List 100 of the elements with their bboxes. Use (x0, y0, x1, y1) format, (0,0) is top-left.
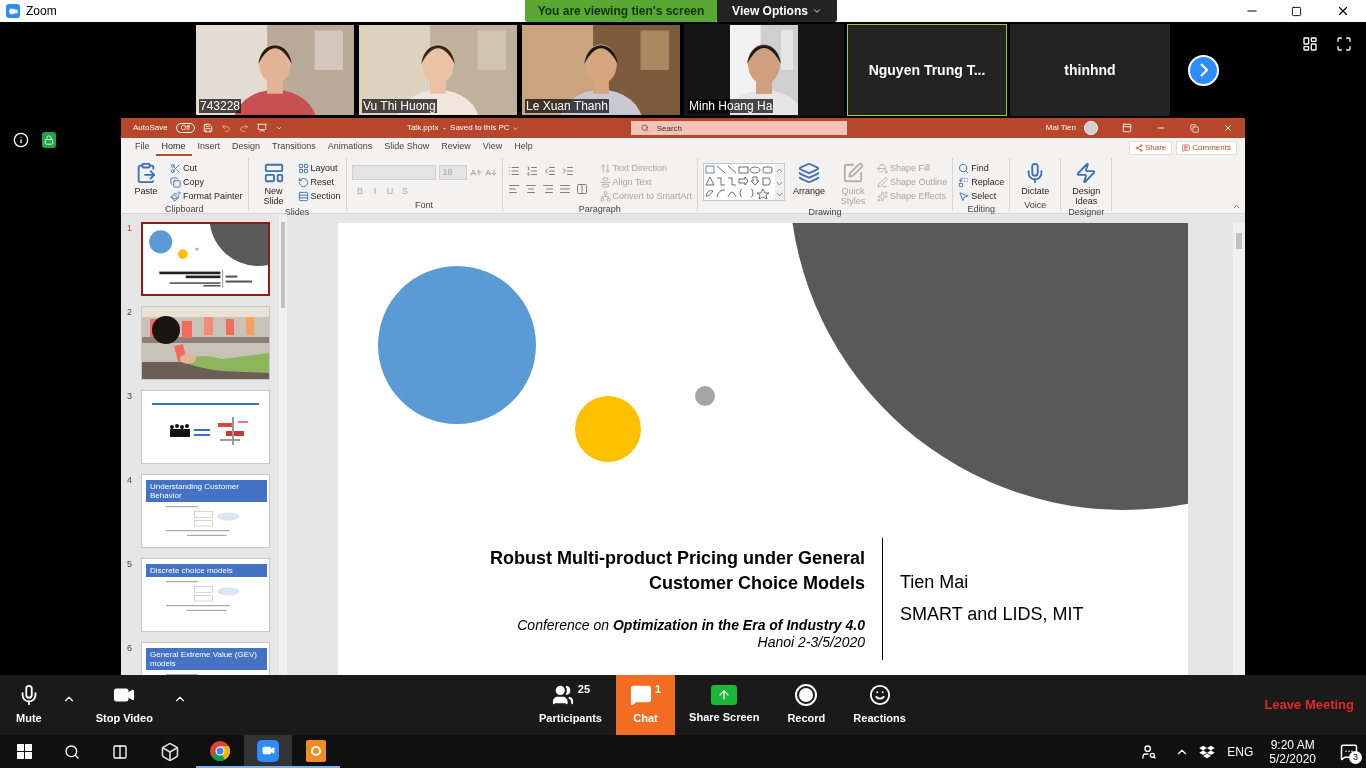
slide-heading: Understanding Customer Behavior (150, 482, 240, 500)
slide-heading: General Extreme Value (GEV) models (150, 650, 258, 668)
fullscreen-icon (1336, 36, 1352, 52)
ribbon-tab[interactable]: Transitions (266, 140, 322, 156)
scrollbar[interactable] (1233, 223, 1245, 675)
dropbox-icon[interactable] (1199, 744, 1216, 759)
notification-icon (1340, 742, 1358, 761)
paint-bucket-icon (877, 163, 889, 174)
numbered-list-icon (525, 165, 538, 177)
scissors-icon (170, 163, 181, 174)
meeting-control[interactable]: Reactions (839, 675, 920, 735)
ribbon-tab[interactable]: Review (435, 140, 477, 156)
align-left-icon (507, 183, 520, 195)
ribbon-button[interactable]: New Slide (253, 162, 294, 206)
group-label: Drawing (807, 206, 843, 218)
align-center-icon (524, 183, 537, 195)
participant-video[interactable]: Vu Thi Huong (358, 24, 518, 116)
ribbon-button[interactable]: Layout (297, 162, 341, 175)
window-title: Zoom (26, 3, 57, 20)
share-icon (1134, 144, 1143, 152)
slide-layout-icon (262, 162, 285, 184)
lock-icon (42, 132, 56, 148)
people-icon (1141, 743, 1158, 760)
shrink-font-icon (484, 166, 497, 179)
ribbon-display-icon (1122, 123, 1132, 133)
ribbon-tab[interactable]: File (129, 140, 156, 156)
ribbon-button[interactable]: Design Ideas (1066, 162, 1107, 206)
group-label: Font (414, 199, 435, 211)
clock-time[interactable]: 9:20 AM (1270, 737, 1315, 752)
meeting-control[interactable]: Stop Video (91, 683, 157, 727)
meeting-control[interactable]: 25 Participants (525, 675, 616, 735)
section-icon (297, 191, 309, 202)
slide-number: 3 (126, 390, 133, 403)
ribbon-tab[interactable]: View (476, 140, 509, 156)
grow-font-icon (469, 166, 482, 179)
columns-icon (575, 183, 588, 195)
participant-video[interactable]: 743228 (195, 24, 355, 116)
ribbon-tab[interactable]: Insert (191, 140, 227, 156)
participant-video[interactable]: Le Xuan Thanh (521, 24, 681, 116)
group-label: Slides (283, 206, 311, 218)
share-screen-icon (711, 684, 738, 705)
participant-video[interactable]: Minh Hoang Ha (684, 24, 844, 116)
align-text-icon (599, 177, 611, 188)
zoom-app-icon[interactable] (257, 739, 279, 762)
ribbon-tab[interactable]: Help (508, 140, 539, 156)
ribbon-button[interactable]: Format Painter (170, 190, 243, 203)
ribbon-button[interactable]: Cut (170, 162, 243, 175)
leave-meeting-button[interactable]: Leave Meeting (1264, 695, 1354, 715)
view-options-button[interactable]: View Options (717, 0, 837, 22)
slide-number: 2 (126, 306, 133, 319)
slide-title: Robust Multi-product Pricing under General (490, 547, 865, 570)
chat-icon (629, 683, 652, 706)
copy-icon (170, 177, 181, 188)
clock-date[interactable]: 5/2/2020 (1269, 751, 1316, 766)
ribbon-button[interactable]: Replace (958, 176, 1005, 189)
ribbon-button[interactable]: Copy (170, 176, 243, 189)
ribbon-button[interactable]: Dictate (1015, 162, 1056, 196)
search-field[interactable]: Search (630, 121, 847, 135)
comments-button[interactable]: Comments (1176, 141, 1237, 155)
scrollbar[interactable] (279, 214, 287, 675)
ribbon-button[interactable]: Find (958, 162, 1005, 175)
slide-thumbnail[interactable]: Understanding Customer Behavior (141, 474, 270, 548)
ribbon-tab[interactable]: Slide Show (378, 140, 436, 156)
search-icon (64, 743, 80, 760)
chrome-icon[interactable] (210, 740, 230, 761)
group-label: Clipboard (164, 203, 205, 215)
meeting-control[interactable]: Mute (12, 683, 46, 727)
share-button[interactable]: Share (1128, 141, 1173, 155)
participant-tile[interactable]: Nguyen Trung T... (847, 24, 1007, 116)
ribbon-tab[interactable]: Design (226, 140, 267, 156)
zoom-logo-icon (6, 4, 20, 18)
app-icon (160, 741, 180, 762)
slide-heading: Discrete choice models (150, 566, 233, 575)
meeting-control[interactable]: Record (773, 675, 840, 735)
smiley-icon (868, 683, 891, 706)
language-indicator[interactable]: ENG (1227, 742, 1254, 761)
next-page-button[interactable] (1188, 54, 1219, 86)
ribbon-button[interactable]: Paste (126, 162, 166, 196)
ribbon-button[interactable]: Reset (297, 176, 341, 189)
slide-thumbnail[interactable]: General Extreme Value (GEV) models (141, 642, 270, 675)
slide-thumbnail[interactable]: Discrete choice models (141, 558, 270, 632)
participant-tile[interactable]: thinhnd (1010, 24, 1170, 116)
notifications-button[interactable]: 3 (1332, 735, 1366, 768)
maximize-icon (1291, 5, 1302, 17)
user-avatar[interactable] (1084, 121, 1098, 135)
quick-styles-icon (842, 162, 865, 184)
autosave-label: AutoSave (133, 122, 168, 134)
meeting-control[interactable]: Share Screen (675, 675, 774, 735)
font-name-field[interactable] (351, 165, 436, 180)
ribbon-button[interactable]: Section (297, 190, 341, 203)
layout-icon (297, 163, 309, 174)
pdf-app-icon[interactable] (306, 739, 326, 762)
shapes-gallery[interactable] (703, 163, 786, 201)
undo-icon (220, 123, 231, 133)
task-view-icon (112, 743, 128, 760)
file-title[interactable]: Talk.pptx - Saved to this PC (406, 122, 519, 134)
ribbon-button[interactable]: Select (958, 190, 1005, 203)
ribbon-button[interactable]: Arrange (789, 162, 830, 196)
ribbon-tab[interactable]: Animations (321, 140, 379, 156)
participant-name: Le Xuan Thanh (525, 99, 609, 113)
